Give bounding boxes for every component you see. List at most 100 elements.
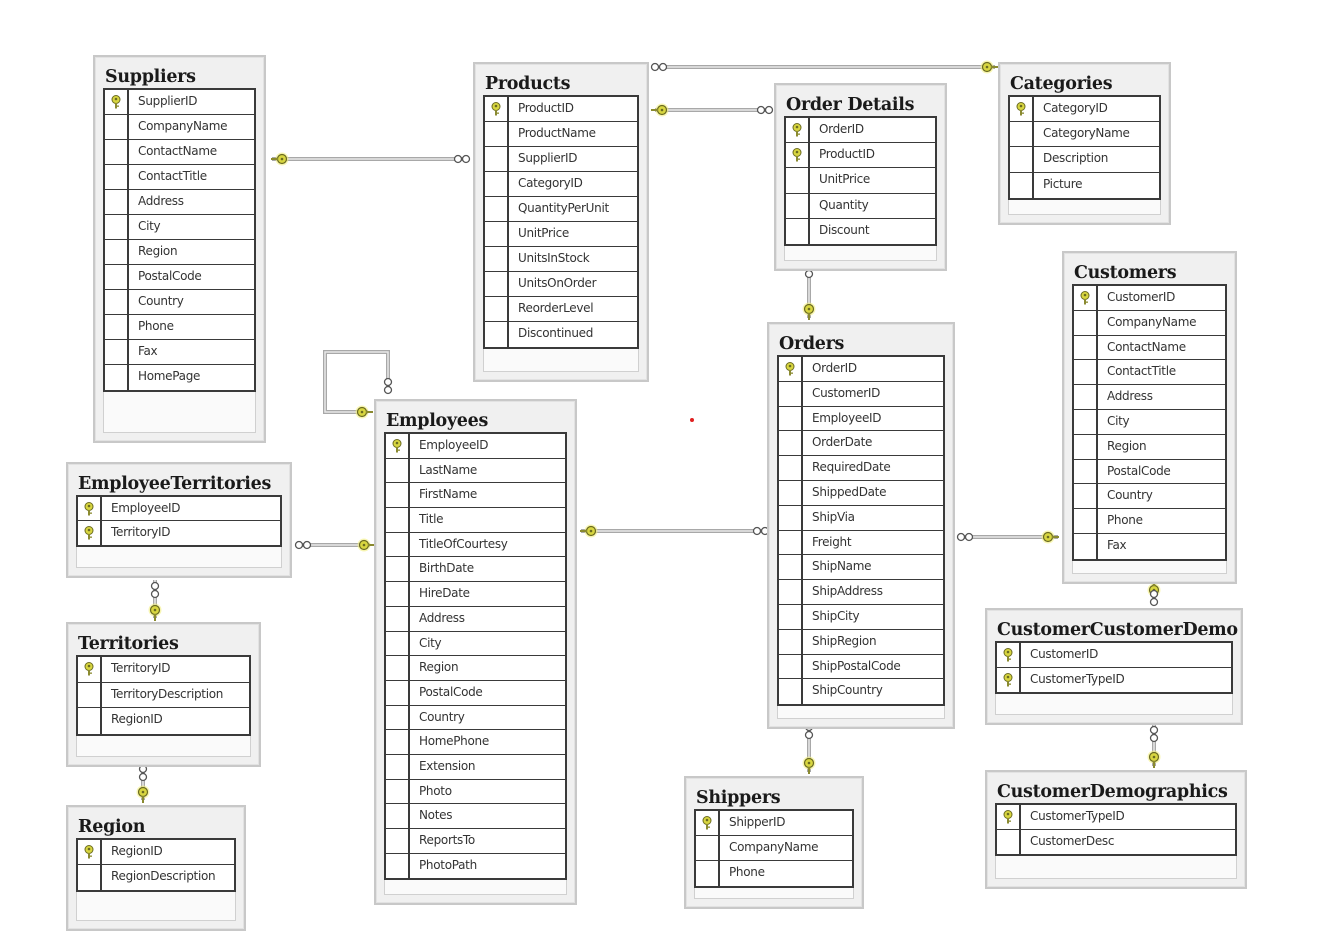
table-territories[interactable]: Territories TerritoryID TerritoryDescripti… [66,622,261,767]
column-row[interactable]: TerritoryDescription [78,682,249,708]
column-row[interactable]: CustomerID [1074,286,1225,311]
column-row[interactable]: BirthDate [386,557,565,583]
column-row[interactable]: QuantityPerUnit [485,197,637,222]
column-row[interactable]: ShipPostalCode [779,654,943,680]
column-row[interactable]: Fax [105,340,254,365]
column-row[interactable]: ShipperID [696,811,852,836]
column-row[interactable]: OrderDate [779,431,943,457]
table-title[interactable]: Customers [1074,263,1235,283]
column-row[interactable]: TerritoryID [78,521,280,545]
column-row[interactable]: CategoryID [485,172,637,197]
column-row[interactable]: EmployeeID [779,406,943,432]
column-row[interactable]: Discontinued [485,322,637,347]
column-row[interactable]: ContactName [105,140,254,165]
column-row[interactable]: CategoryName [1010,122,1159,148]
column-row[interactable]: ShipName [779,555,943,581]
column-row[interactable]: Freight [779,530,943,556]
table-title[interactable]: Territories [78,634,259,654]
column-row[interactable]: OrderID [779,357,943,382]
column-row[interactable]: CustomerDesc [997,829,1235,854]
table-title[interactable]: Orders [779,334,953,354]
column-row[interactable]: LastName [386,458,565,484]
table-categories[interactable]: Categories CategoryID CategoryName Descript… [998,62,1171,225]
column-row[interactable]: Region [386,656,565,681]
column-row[interactable]: Phone [105,315,254,340]
table-employees[interactable]: Employees EmployeeID LastName FirstName Titl… [374,399,577,906]
column-row[interactable]: TerritoryID [78,657,249,683]
table-title[interactable]: Products [485,74,647,94]
column-row[interactable]: HomePhone [386,730,565,755]
column-row[interactable]: Title [386,508,565,533]
column-row[interactable]: ShippedDate [779,480,943,506]
column-row[interactable]: CustomerID [779,381,943,407]
table-title[interactable]: Shippers [696,788,862,808]
table-customers[interactable]: Customers CustomerID CompanyName ContactNam… [1062,251,1237,584]
column-row[interactable]: City [1074,409,1225,435]
column-row[interactable]: City [386,631,565,657]
column-row[interactable]: Country [105,290,254,315]
column-row[interactable]: Region [1074,434,1225,460]
table-shippers[interactable]: Shippers ShipperID CompanyName Phone [684,776,864,909]
table-employee-territories[interactable]: EmployeeTerritories EmployeeID TerritoryID [66,462,292,578]
column-row[interactable]: UnitsInStock [485,247,637,272]
column-row[interactable]: PhotoPath [386,853,565,879]
column-row[interactable]: Address [1074,385,1225,410]
table-order-details[interactable]: Order Details OrderID ProductID UnitPrice Qu… [774,83,947,271]
column-row[interactable]: UnitsOnOrder [485,272,637,297]
column-row[interactable]: TitleOfCourtesy [386,532,565,558]
table-title[interactable]: CustomerDemographics [997,782,1245,802]
column-row[interactable]: SupplierID [485,147,637,172]
column-row[interactable]: UnitPrice [485,222,637,247]
column-row[interactable]: ReorderLevel [485,297,637,322]
column-row[interactable]: ShipAddress [779,580,943,605]
column-row[interactable]: ReportsTo [386,829,565,854]
column-row[interactable]: CustomerTypeID [997,805,1235,830]
table-customer-demographics[interactable]: CustomerDemographics CustomerTypeID Custom… [985,770,1247,889]
table-title[interactable]: Order Details [786,95,945,115]
column-row[interactable]: Address [105,190,254,215]
table-customer-customer-demo[interactable]: CustomerCustomerDemo CustomerID CustomerTy… [985,608,1243,725]
column-row[interactable]: Discount [786,218,935,244]
column-row[interactable]: Quantity [786,193,935,219]
column-row[interactable]: RegionDescription [78,865,234,890]
column-row[interactable]: EmployeeID [386,434,565,459]
column-row[interactable]: Address [386,606,565,632]
column-row[interactable]: HireDate [386,582,565,607]
column-row[interactable]: Region [105,240,254,265]
column-row[interactable]: Extension [386,754,565,780]
column-row[interactable]: ShipRegion [779,629,943,655]
column-row[interactable]: Country [1074,484,1225,510]
table-orders[interactable]: Orders OrderID CustomerID EmployeeID OrderDa… [767,322,955,730]
column-row[interactable]: ContactTitle [1074,360,1225,386]
column-row[interactable]: HomePage [105,365,254,390]
column-row[interactable]: CompanyName [1074,310,1225,336]
column-row[interactable]: Phone [696,861,852,886]
column-row[interactable]: PostalCode [105,265,254,290]
table-products[interactable]: Products ProductID ProductName SupplierID Ca… [473,62,649,382]
column-row[interactable]: CustomerTypeID [997,667,1231,692]
table-title[interactable]: Categories [1010,74,1169,94]
table-region[interactable]: Region RegionID RegionDescription [66,805,246,931]
column-row[interactable]: ShipVia [779,505,943,531]
column-row[interactable]: CategoryID [1010,97,1159,123]
column-row[interactable]: Phone [1074,509,1225,534]
table-title[interactable]: Region [78,817,244,837]
column-row[interactable]: RegionID [78,840,234,865]
table-title[interactable]: Employees [386,411,575,431]
column-row[interactable]: FirstName [386,483,565,509]
table-title[interactable]: EmployeeTerritories [78,474,290,494]
column-row[interactable]: CustomerID [997,643,1231,668]
column-row[interactable]: Notes [386,804,565,829]
column-row[interactable]: Photo [386,779,565,805]
table-title[interactable]: CustomerCustomerDemo [997,620,1241,640]
column-row[interactable]: Fax [1074,533,1225,559]
column-row[interactable]: ContactName [1074,335,1225,361]
column-row[interactable]: OrderID [786,118,935,144]
column-row[interactable]: Country [386,705,565,731]
column-row[interactable]: ShipCountry [779,679,943,705]
column-row[interactable]: RequiredDate [779,456,943,481]
column-row[interactable]: ContactTitle [105,165,254,190]
column-row[interactable]: ProductID [485,97,637,122]
column-row[interactable]: CompanyName [105,115,254,140]
column-row[interactable]: RegionID [78,708,249,734]
